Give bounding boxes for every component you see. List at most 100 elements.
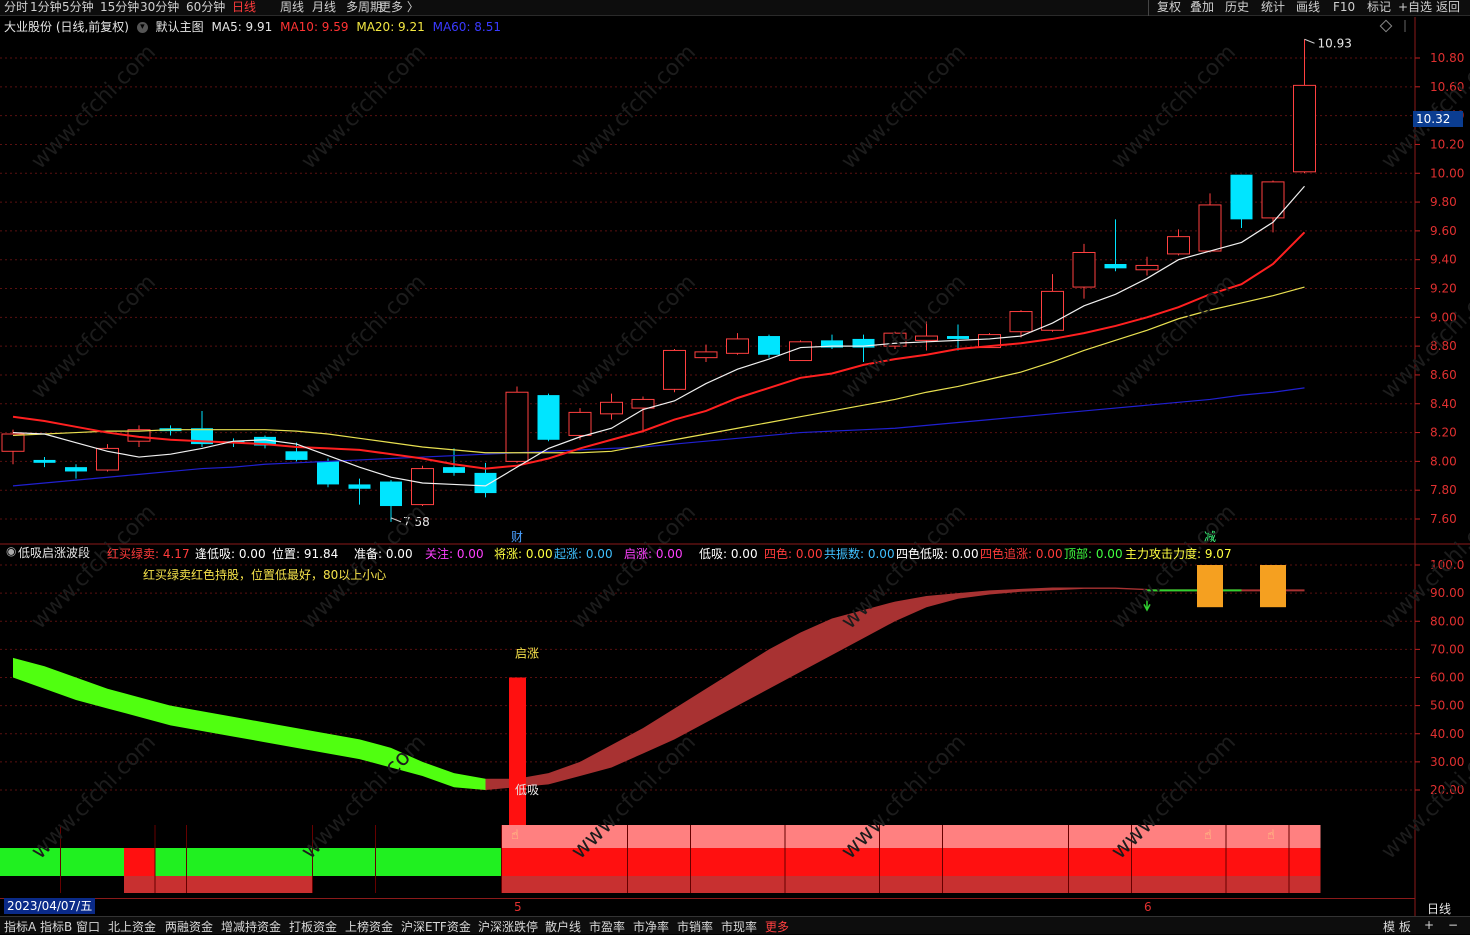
hand-pointer-icon: ☝ [511, 828, 519, 843]
indicator-axis-label: 60.00 [1430, 671, 1464, 685]
template-button[interactable]: 模 板 [1383, 918, 1411, 935]
bottom-tab-1[interactable]: 指标B [40, 918, 72, 935]
indicator-name[interactable]: 低吸启涨波段 [18, 544, 90, 561]
state-row-2-red [124, 848, 155, 876]
candle-body [726, 338, 749, 354]
bottom-tab-3[interactable]: 北上资金 [108, 918, 156, 935]
candle-body [474, 472, 497, 494]
indicator-field-3: 准备: 0.00 [354, 547, 413, 561]
bottom-tab-9[interactable]: 沪深涨跌停 [478, 918, 538, 935]
price-axis-label: 10.20 [1430, 137, 1464, 151]
indicator-field-12: 四色追涨: 0.00 [980, 547, 1063, 561]
candle-body [600, 401, 623, 415]
price-axis-label: 7.80 [1430, 483, 1457, 497]
indicator-field-10: 共振数: 0.00 [824, 547, 895, 561]
watermark: www.cfchi.com [567, 500, 701, 634]
candle-body [285, 451, 308, 460]
watermark: www.cfchi.com [1107, 40, 1241, 174]
qizhang-bar [509, 677, 526, 830]
state-row-3 [124, 876, 313, 893]
remove-window-button[interactable]: − [1448, 918, 1458, 932]
price-axis-label: 9.40 [1430, 253, 1457, 267]
candle-body [1104, 264, 1127, 269]
period-label[interactable]: 日线 [1427, 900, 1451, 917]
candle-body [947, 336, 969, 339]
watermark: www.cfchi.com [297, 40, 431, 174]
bottom-tab-5[interactable]: 增减持资金 [221, 918, 281, 935]
bottom-tab-15[interactable]: 更多 [765, 918, 789, 935]
bottom-tab-11[interactable]: 市盈率 [589, 918, 625, 935]
bottom-tabbar: 指标A 指标B 窗口 北上资金 两融资金 增减持资金 打板资金 上榜资金 沪深ETF资金 沪深涨跌… [0, 916, 1470, 934]
indicator-note: 红买绿卖红色持股，位置低最好，80以上小心 [143, 568, 387, 582]
diamond-icon [1379, 19, 1393, 33]
watermark: www.cfchi.com [1377, 730, 1470, 864]
bearish-band [13, 657, 486, 790]
high-pointer [1304, 38, 1315, 44]
price-axis-label: 9.60 [1430, 224, 1457, 238]
bottom-tab-6[interactable]: 打板资金 [289, 918, 337, 935]
price-axis-label: 8.40 [1430, 397, 1457, 411]
watermark: www.cfchi.com [27, 500, 161, 634]
state-row-3 [502, 876, 1321, 893]
bottom-tab-13[interactable]: 市销率 [677, 918, 713, 935]
indicator-field-11: 四色低吸: 0.00 [896, 547, 979, 561]
indicator-axis-label: 50.00 [1430, 699, 1464, 713]
orange-marker [1197, 565, 1223, 608]
indicator-field-14: 主力攻击力度: 9.07 [1125, 547, 1232, 561]
price-axis-label: 8.20 [1430, 426, 1457, 440]
candle-body [631, 398, 655, 409]
candle-body [1167, 236, 1190, 255]
indicator-field-4: 关注: 0.00 [425, 547, 484, 561]
bottom-tab-14[interactable]: 市现率 [721, 918, 757, 935]
price-axis-label: 7.60 [1430, 512, 1457, 526]
bottom-tab-4[interactable]: 两融资金 [165, 918, 213, 935]
qizhang-label: 启涨 [515, 646, 539, 661]
candle-body [65, 467, 87, 472]
chart-canvas[interactable]: 10.8010.6010.4010.2010.009.809.609.409.2… [0, 0, 1470, 934]
watermark: www.cfchi.com [27, 270, 161, 404]
price-axis-label: 10.00 [1430, 166, 1464, 180]
add-window-button[interactable]: + [1424, 918, 1434, 932]
indicator-field-7: 启涨: 0.00 [624, 547, 683, 561]
bottom-tab-8[interactable]: 沪深ETF资金 [401, 918, 471, 935]
candle-body [1, 433, 25, 452]
bottom-tab-12[interactable]: 市净率 [633, 918, 669, 935]
candle-body [1135, 264, 1159, 271]
price-axis-label: 8.60 [1430, 368, 1457, 382]
candle-body [443, 467, 465, 473]
candle-body [348, 484, 371, 489]
price-axis-label: 8.00 [1430, 454, 1457, 468]
state-row-1 [502, 825, 1321, 848]
candle-body [1261, 181, 1285, 219]
price-axis-label: 9.20 [1430, 282, 1457, 296]
watermark: www.cfchi.com [27, 40, 161, 174]
chevron-down-icon[interactable]: ◉ [2, 544, 16, 558]
indicator-axis-label: 40.00 [1430, 727, 1464, 741]
watermark: www.cfchi.com [567, 40, 701, 174]
bottom-tab-2[interactable]: 窗口 [76, 918, 100, 935]
candle-body [663, 349, 686, 390]
indicator-header: ◉ 低吸启涨波段 红买绿卖: 4.17 逢低吸: 0.00 位置: 91.84 准备:… [0, 544, 1415, 562]
candle-body [789, 341, 812, 362]
candle-body [1009, 311, 1033, 333]
current-price-tag: 10.32 [1413, 111, 1463, 127]
bottom-tab-10[interactable]: 散户线 [545, 918, 581, 935]
hand-pointer-icon: ☝ [1267, 828, 1275, 843]
bottom-tab-7[interactable]: 上榜资金 [345, 918, 393, 935]
candle-body [694, 351, 718, 359]
bottom-tab-0[interactable]: 指标A [4, 918, 36, 935]
candle-body [505, 391, 529, 462]
watermark: www.cfchi.com [837, 40, 971, 174]
indicator-axis-label: 80.00 [1430, 614, 1464, 628]
state-row-2-red [502, 848, 1321, 876]
indicator-axis-label: 70.00 [1430, 642, 1464, 656]
candle-body [1072, 251, 1096, 288]
candle-body [1198, 204, 1222, 252]
watermark: www.cfchi.com [27, 730, 161, 864]
indicator-field-9: 四色: 0.00 [764, 547, 823, 561]
price-axis-label: 9.80 [1430, 195, 1457, 209]
candle-body [380, 481, 402, 507]
candle-body [568, 411, 592, 436]
dixi-label: 低吸 [515, 783, 539, 797]
candle-body [758, 336, 780, 355]
